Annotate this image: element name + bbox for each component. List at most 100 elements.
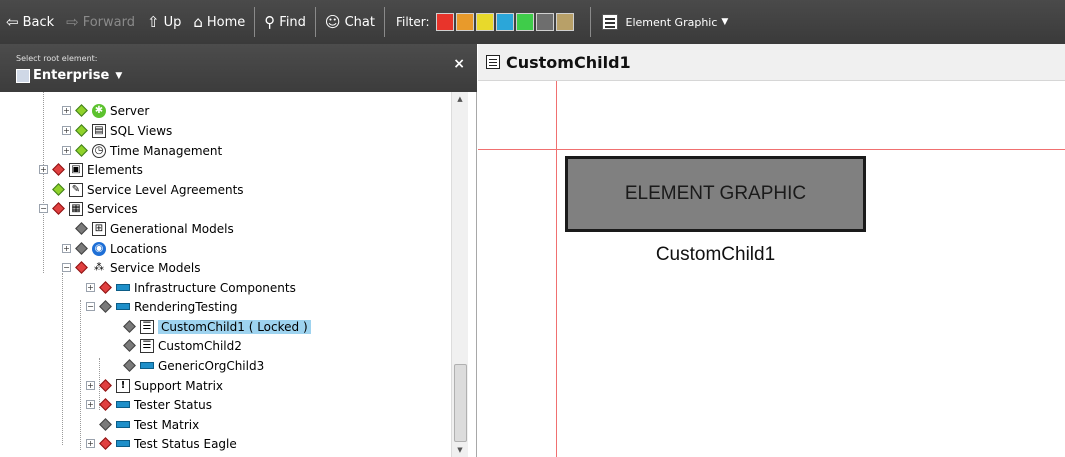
filter-yellow-swatch[interactable]: [475, 13, 494, 31]
filter-red-swatch[interactable]: [435, 13, 454, 31]
tree-item-test-matrix[interactable]: Test Matrix: [99, 415, 199, 434]
forward-button[interactable]: ⇨ Forward: [60, 0, 141, 44]
filter-blue-swatch[interactable]: [495, 13, 514, 31]
expand-icon[interactable]: +: [86, 439, 95, 448]
tree-item-support-matrix[interactable]: + ! Support Matrix: [86, 376, 223, 395]
expand-icon[interactable]: +: [62, 244, 71, 253]
tree-item-customchild1[interactable]: ☰ CustomChild1 ( Locked ): [123, 317, 311, 336]
filter-orange-swatch[interactable]: [455, 13, 474, 31]
element-graphic-caption: CustomChild1: [655, 244, 776, 265]
collapse-icon[interactable]: −: [86, 302, 95, 311]
forward-arrow-icon: ⇨: [66, 12, 79, 31]
tree-guide-line: [43, 92, 44, 273]
filter-gray-swatch[interactable]: [535, 13, 554, 31]
clock-icon: ◷: [92, 143, 106, 158]
scroll-down-icon[interactable]: ▼: [452, 443, 468, 457]
tree-item-test-status-eagle[interactable]: + Test Status Eagle: [86, 434, 237, 453]
globe-icon: ◉: [92, 241, 106, 256]
navigation-panel: Select root element: Enterprise ▼ × + ✱ …: [0, 44, 477, 457]
tree-item-services[interactable]: − ▦ Services: [39, 199, 138, 218]
back-button[interactable]: ⇦ Back: [0, 0, 60, 44]
collapse-icon[interactable]: −: [62, 263, 71, 272]
element-view-header: CustomChild1: [478, 44, 1065, 81]
toolbar-divider: [383, 7, 385, 37]
database-icon: ☰: [140, 319, 154, 334]
status-red-icon: [52, 163, 65, 176]
status-red-icon: [99, 437, 112, 450]
expand-icon[interactable]: +: [86, 283, 95, 292]
sla-icon: ✎: [69, 182, 83, 197]
filter-green-swatch[interactable]: [515, 13, 534, 31]
root-element-dropdown[interactable]: Enterprise ▼: [16, 68, 122, 83]
view-mode-dropdown[interactable]: Element Graphic ▼: [594, 14, 737, 30]
status-green-icon: [52, 183, 65, 196]
up-arrow-icon: ⇧: [147, 12, 160, 31]
status-green-icon: [75, 124, 88, 137]
status-gray-icon: [75, 242, 88, 255]
expand-icon[interactable]: +: [39, 165, 48, 174]
scroll-up-icon[interactable]: ▲: [452, 92, 468, 106]
back-arrow-icon: ⇦: [6, 12, 19, 31]
status-gray-icon: [99, 418, 112, 431]
status-gray-icon: [123, 359, 136, 372]
list-view-icon: [601, 14, 618, 30]
grid-icon: ⊞: [92, 221, 106, 236]
element-graphic-box[interactable]: ELEMENT GRAPHIC: [565, 156, 866, 232]
tree-item-sql-views[interactable]: + ▤ SQL Views: [62, 121, 172, 140]
status-gray-icon: [123, 320, 136, 333]
chat-button[interactable]: ☺ Chat: [319, 0, 381, 44]
status-red-icon: [99, 281, 112, 294]
component-icon: [116, 421, 130, 428]
up-button[interactable]: ⇧ Up: [141, 0, 187, 44]
scroll-thumb[interactable]: [454, 364, 467, 442]
warning-icon: !: [116, 378, 130, 393]
tree-item-rendering-testing[interactable]: − RenderingTesting: [86, 297, 237, 316]
elements-icon: ▣: [69, 162, 83, 177]
tree-item-time-management[interactable]: + ◷ Time Management: [62, 141, 222, 160]
component-icon: [116, 284, 130, 291]
tree-guide-line: [62, 273, 63, 445]
collapse-icon[interactable]: −: [39, 204, 48, 213]
tree-item-service-models[interactable]: − ⁂ Service Models: [62, 258, 200, 277]
main-toolbar: ⇦ Back ⇨ Forward ⇧ Up ⌂ Home ⚲ Find ☺ Chat Fil…: [0, 0, 1065, 44]
enterprise-icon: [16, 68, 30, 83]
search-icon: ⚲: [264, 12, 276, 31]
expand-icon[interactable]: +: [86, 381, 95, 390]
tree-item-service-level-agreements[interactable]: ✎ Service Level Agreements: [52, 180, 244, 199]
tree-item-genericorgchild3[interactable]: GenericOrgChild3: [123, 356, 264, 375]
element-view-panel: CustomChild1 ELEMENT GRAPHIC CustomChild…: [478, 44, 1065, 457]
expand-icon[interactable]: +: [62, 126, 71, 135]
status-red-icon: [75, 261, 88, 274]
tree-item-locations[interactable]: + ◉ Locations: [62, 239, 167, 258]
tree-item-server[interactable]: + ✱ Server: [62, 101, 149, 120]
toolbar-divider: [314, 7, 316, 37]
status-red-icon: [99, 379, 112, 392]
component-icon: [116, 440, 130, 447]
filter-tan-swatch[interactable]: [555, 13, 574, 31]
filter-label: Filter:: [395, 15, 430, 29]
expand-icon[interactable]: +: [62, 146, 71, 155]
sql-views-icon: ▤: [92, 123, 106, 138]
home-button[interactable]: ⌂ Home: [187, 0, 251, 44]
gear-icon: ✱: [92, 103, 106, 118]
chat-icon: ☺: [324, 12, 341, 31]
tree-item-customchild2[interactable]: ☰ CustomChild2: [123, 336, 242, 355]
tree-scrollbar[interactable]: ▲ ▼: [451, 92, 468, 457]
element-tree: + ✱ Server + ▤ SQL Views + ◷ Time Manage…: [0, 92, 461, 457]
horizontal-guide-line: [478, 149, 1065, 150]
tree-item-infrastructure-components[interactable]: + Infrastructure Components: [86, 278, 296, 297]
component-icon: [116, 303, 130, 310]
database-icon: ☰: [140, 338, 154, 353]
tree-item-generational-models[interactable]: ⊞ Generational Models: [75, 219, 234, 238]
tree-item-elements[interactable]: + ▣ Elements: [39, 160, 143, 179]
database-icon: [486, 55, 500, 69]
find-button[interactable]: ⚲ Find: [258, 0, 312, 44]
tree-item-tester-status[interactable]: + Tester Status: [86, 395, 212, 414]
status-gray-icon: [75, 222, 88, 235]
expand-icon[interactable]: +: [86, 400, 95, 409]
status-green-icon: [75, 104, 88, 117]
close-icon[interactable]: ×: [453, 56, 465, 72]
expand-icon[interactable]: +: [62, 106, 71, 115]
tree-guide-line: [80, 300, 81, 450]
status-red-icon: [99, 398, 112, 411]
